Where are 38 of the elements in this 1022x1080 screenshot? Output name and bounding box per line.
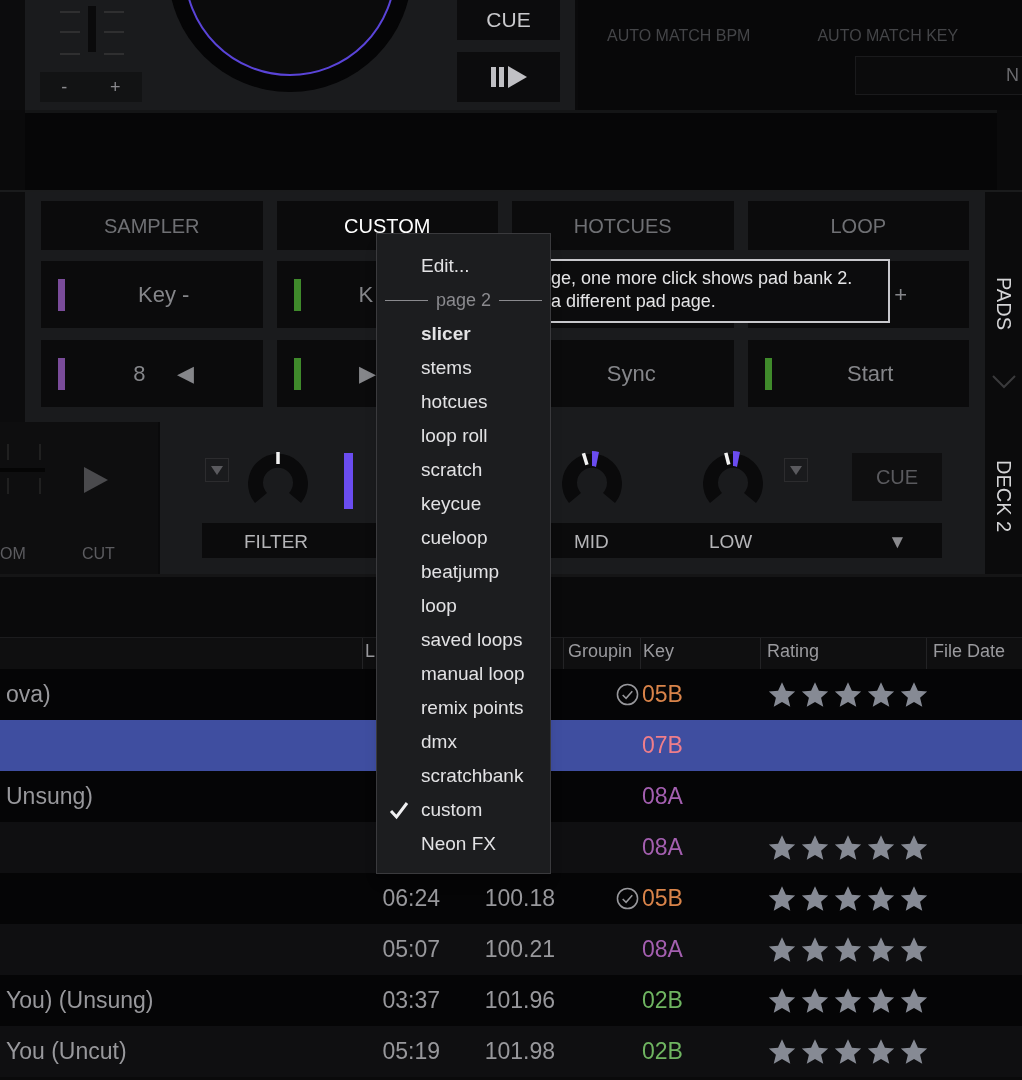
key-value: 02B xyxy=(642,987,683,1014)
filter-label: FILTER xyxy=(244,530,309,554)
track-bpm: 101.96 xyxy=(484,986,555,1016)
track-bpm: 101.98 xyxy=(484,1037,555,1067)
key-value: 07B xyxy=(642,732,683,759)
pad-label: Start xyxy=(847,360,894,388)
pad-label: ▶ xyxy=(358,360,376,388)
key-value: 02B xyxy=(642,1038,683,1065)
key-value: 08A xyxy=(642,936,683,963)
tooltip-text: a different pad page. xyxy=(551,290,717,313)
pad-icon-label: ◀ xyxy=(177,360,195,388)
pad-label: Key - xyxy=(138,281,190,309)
track-bpm: 100.21 xyxy=(484,935,555,965)
pad-label: 8 xyxy=(133,360,146,388)
track-title: Unsung) xyxy=(6,783,93,810)
track-title: You) (Unsung) xyxy=(6,987,154,1014)
pad-label: + xyxy=(894,281,907,309)
mid-label: MID xyxy=(574,530,609,554)
key-value: 05B xyxy=(642,885,683,912)
track-bpm: 100.18 xyxy=(484,884,555,914)
key-value: 05B xyxy=(642,681,683,708)
cut-label: CUT xyxy=(82,544,115,564)
low-label: LOW xyxy=(709,530,753,554)
track-title: ova) xyxy=(6,681,51,708)
menu-section-label: page 2 xyxy=(435,288,492,312)
pad-label: Sync xyxy=(606,360,656,388)
fx-label: OM xyxy=(0,544,26,564)
track-length: 06:24 xyxy=(382,884,440,914)
tooltip-text: ge, one more click shows pad bank 2. xyxy=(551,267,854,290)
key-value: 08A xyxy=(642,783,683,810)
auto-match-key-label: AUTO MATCH KEY xyxy=(817,26,959,46)
track-length: 05:19 xyxy=(382,1037,440,1067)
key-value: 08A xyxy=(642,834,683,861)
auto-match-bpm-label: AUTO MATCH BPM xyxy=(607,26,751,46)
track-title: You (Uncut) xyxy=(6,1038,127,1065)
track-length: 03:37 xyxy=(382,986,440,1016)
pad-label: K xyxy=(358,281,374,309)
track-length: 05:07 xyxy=(382,935,440,965)
